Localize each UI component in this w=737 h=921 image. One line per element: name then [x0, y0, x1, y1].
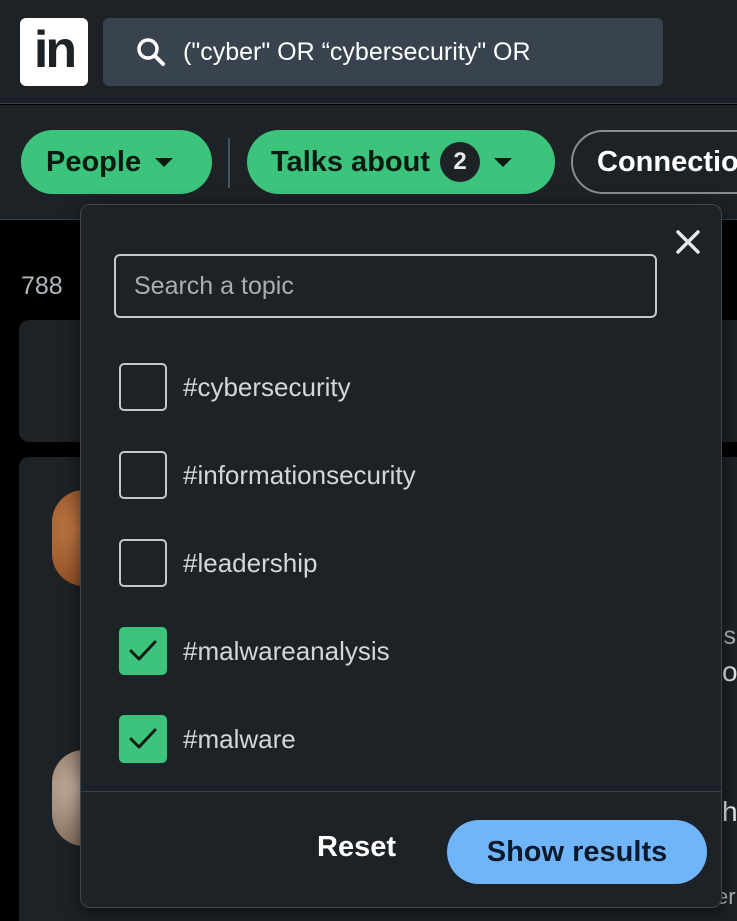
reset-button[interactable]: Reset	[317, 831, 396, 864]
talks-about-dropdown: #cybersecurity #informationsecurity #lea…	[80, 204, 722, 908]
topic-option-label: #informationsecurity	[183, 459, 416, 490]
show-results-button[interactable]: Show results	[447, 820, 707, 884]
topic-option-cybersecurity[interactable]: #cybersecurity	[119, 362, 351, 412]
talks-about-filter-label: Talks about	[271, 145, 430, 178]
search-query-text: ("cyber" OR “cybersecurity" OR	[183, 37, 531, 66]
topic-option-leadership[interactable]: #leadership	[119, 538, 317, 588]
topic-option-label: #malware	[183, 723, 296, 754]
topic-option-label: #cybersecurity	[183, 371, 351, 402]
connections-filter-label: Connections	[597, 145, 737, 178]
linkedin-logo[interactable]: in	[20, 18, 88, 86]
results-count: 788	[21, 272, 63, 300]
topic-option-label: #malwareanalysis	[183, 635, 390, 666]
close-icon	[676, 230, 700, 254]
people-filter-label: People	[46, 145, 142, 178]
result-text-fragment: h	[722, 796, 737, 827]
page: in ("cyber" OR “cybersecurity" OR People…	[0, 0, 737, 921]
dropdown-footer-divider	[81, 791, 721, 792]
checkbox[interactable]	[119, 363, 167, 411]
top-nav-bar: in ("cyber" OR “cybersecurity" OR	[0, 0, 737, 104]
filter-divider	[228, 138, 230, 188]
topic-search-input[interactable]	[114, 254, 657, 318]
topic-option-malware[interactable]: #malware	[119, 714, 296, 764]
result-text-fragment: o	[722, 656, 737, 687]
search-icon	[137, 38, 165, 66]
checkbox-checked[interactable]	[119, 715, 167, 763]
talks-about-count-badge: 2	[440, 142, 480, 182]
checkbox-checked[interactable]	[119, 627, 167, 675]
checkmark-icon	[129, 728, 157, 749]
checkmark-icon	[129, 640, 157, 661]
connections-filter-button[interactable]: Connections	[571, 130, 737, 194]
checkbox[interactable]	[119, 451, 167, 499]
close-dropdown-button[interactable]	[671, 225, 705, 259]
people-filter-button[interactable]: People	[21, 130, 212, 194]
global-search-bar[interactable]: ("cyber" OR “cybersecurity" OR	[103, 18, 663, 86]
caret-down-icon	[494, 157, 512, 167]
topic-option-informationsecurity[interactable]: #informationsecurity	[119, 450, 416, 500]
talks-about-filter-button[interactable]: Talks about 2	[247, 130, 555, 194]
logo-text: in	[33, 21, 77, 79]
caret-down-icon	[155, 157, 174, 167]
topic-option-malwareanalysis[interactable]: #malwareanalysis	[119, 626, 390, 676]
search-filter-bar: People Talks about 2 Connections	[0, 105, 737, 220]
checkbox[interactable]	[119, 539, 167, 587]
topic-option-label: #leadership	[183, 547, 318, 578]
